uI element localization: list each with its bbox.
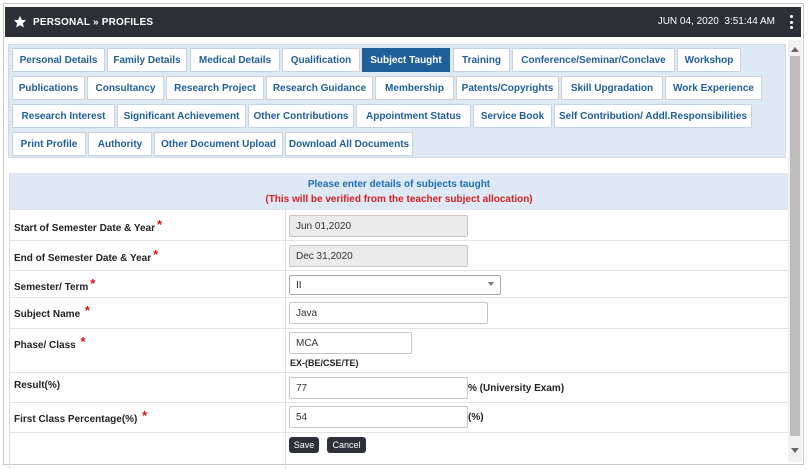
vertical-scrollbar[interactable] bbox=[788, 40, 802, 462]
header-date: JUN 04, 2020 bbox=[657, 16, 719, 27]
row-phase-class: Phase/ Class * MCA EX-(BE/CSE/TE) bbox=[10, 328, 788, 372]
result-label: Result(%) bbox=[14, 380, 61, 391]
tab-conference-seminar[interactable]: Conference/Seminar/Conclave bbox=[512, 48, 675, 72]
first-class-suffix: (%) bbox=[468, 412, 484, 423]
tab-research-project[interactable]: Research Project bbox=[166, 76, 264, 100]
header-datetime: JUN 04, 2020 3:51:44 AM bbox=[658, 16, 775, 27]
tab-membership[interactable]: Membership bbox=[375, 76, 454, 100]
chevron-down-icon bbox=[488, 282, 494, 286]
row-subject-name: Subject Name * Java bbox=[10, 297, 788, 328]
end-semester-label: End of Semester Date & Year * bbox=[14, 247, 159, 264]
start-semester-date-field[interactable]: Jun 01,2020 bbox=[289, 215, 468, 237]
scroll-down-icon[interactable] bbox=[788, 444, 802, 458]
end-semester-date-field[interactable]: Dec 31,2020 bbox=[289, 245, 468, 267]
tab-appointment-status[interactable]: Appointment Status bbox=[356, 104, 471, 128]
scroll-up-icon[interactable] bbox=[788, 42, 802, 56]
breadcrumb: PERSONAL » PROFILES bbox=[33, 16, 154, 28]
header-bar: PERSONAL » PROFILES JUN 04, 2020 3:51:44… bbox=[5, 7, 801, 37]
row-actions: Save Cancel bbox=[10, 432, 788, 469]
required-marker: * bbox=[153, 247, 159, 262]
semester-select[interactable]: II bbox=[289, 275, 501, 295]
tab-consultancy[interactable]: Consultancy bbox=[87, 76, 164, 100]
result-input[interactable]: 77 bbox=[289, 377, 468, 399]
profile-tabs: Personal Details Family Details Medical … bbox=[8, 44, 786, 158]
row-start-semester: Start of Semester Date & Year * Jun 01,20… bbox=[10, 209, 788, 240]
save-button[interactable]: Save bbox=[289, 437, 319, 453]
tab-print-profile[interactable]: Print Profile bbox=[12, 132, 86, 156]
row-first-class: First Class Percentage(%) * 54 (%) bbox=[10, 402, 788, 432]
phase-class-label: Phase/ Class * bbox=[14, 334, 86, 351]
phase-class-input[interactable]: MCA bbox=[289, 332, 412, 354]
tab-publications[interactable]: Publications bbox=[12, 76, 85, 100]
kebab-menu-icon[interactable] bbox=[787, 15, 795, 29]
tab-other-document-upload[interactable]: Other Document Upload bbox=[154, 132, 283, 156]
first-class-label: First Class Percentage(%) * bbox=[14, 408, 148, 425]
required-marker: * bbox=[142, 408, 148, 423]
tab-family-details[interactable]: Family Details bbox=[107, 48, 187, 72]
subject-name-input[interactable]: Java bbox=[289, 302, 488, 324]
tab-medical-details[interactable]: Medical Details bbox=[190, 48, 280, 72]
tab-download-all-documents[interactable]: Download All Documents bbox=[285, 132, 413, 156]
notice-subtitle: (This will be verified from the teacher … bbox=[265, 194, 533, 205]
scrollbar-thumb[interactable] bbox=[790, 56, 800, 436]
star-icon bbox=[7, 7, 33, 37]
required-marker: * bbox=[90, 276, 96, 291]
phase-class-hint: EX-(BE/CSE/TE) bbox=[290, 358, 359, 368]
tab-other-contributions[interactable]: Other Contributions bbox=[248, 104, 354, 128]
tab-self-contribution[interactable]: Self Contribution/ Addl.Responsibilities bbox=[554, 104, 752, 128]
subject-name-label: Subject Name * bbox=[14, 303, 90, 320]
semester-selected-value: II bbox=[296, 279, 302, 291]
tab-significant-achievement[interactable]: Significant Achievement bbox=[117, 104, 246, 128]
required-marker: * bbox=[157, 217, 163, 232]
tab-authority[interactable]: Authority bbox=[88, 132, 152, 156]
tab-workshop[interactable]: Workshop bbox=[677, 48, 741, 72]
tab-subject-taught[interactable]: Subject Taught bbox=[362, 48, 450, 72]
notice-title: Please enter details of subjects taught bbox=[307, 179, 491, 190]
row-semester: Semester/ Term * II bbox=[10, 270, 788, 297]
tab-work-experience[interactable]: Work Experience bbox=[665, 76, 762, 100]
tab-training[interactable]: Training bbox=[453, 48, 510, 72]
start-semester-label: Start of Semester Date & Year * bbox=[14, 217, 163, 234]
result-suffix: % (University Exam) bbox=[468, 383, 565, 394]
tab-service-book[interactable]: Service Book bbox=[473, 104, 552, 128]
tab-research-interest[interactable]: Research Interest bbox=[12, 104, 115, 128]
row-result: Result(%) 77 % (University Exam) bbox=[10, 372, 788, 402]
required-marker: * bbox=[84, 303, 90, 318]
first-class-input[interactable]: 54 bbox=[289, 406, 468, 428]
tab-personal-details[interactable]: Personal Details bbox=[12, 48, 105, 72]
tab-qualification[interactable]: Qualification bbox=[282, 48, 360, 72]
tab-patents-copyrights[interactable]: Patents/Copyrights bbox=[456, 76, 559, 100]
cancel-button[interactable]: Cancel bbox=[327, 437, 366, 453]
row-end-semester: End of Semester Date & Year * Dec 31,2020 bbox=[10, 240, 788, 270]
required-marker: * bbox=[80, 334, 86, 349]
tab-skill-upgradation[interactable]: Skill Upgradation bbox=[561, 76, 663, 100]
subject-taught-form: Please enter details of subjects taught … bbox=[9, 173, 788, 469]
form-notice: Please enter details of subjects taught … bbox=[10, 173, 788, 209]
header-time: 3:51:44 AM bbox=[724, 16, 775, 27]
semester-label: Semester/ Term * bbox=[14, 276, 96, 293]
tab-research-guidance[interactable]: Research Guidance bbox=[266, 76, 373, 100]
